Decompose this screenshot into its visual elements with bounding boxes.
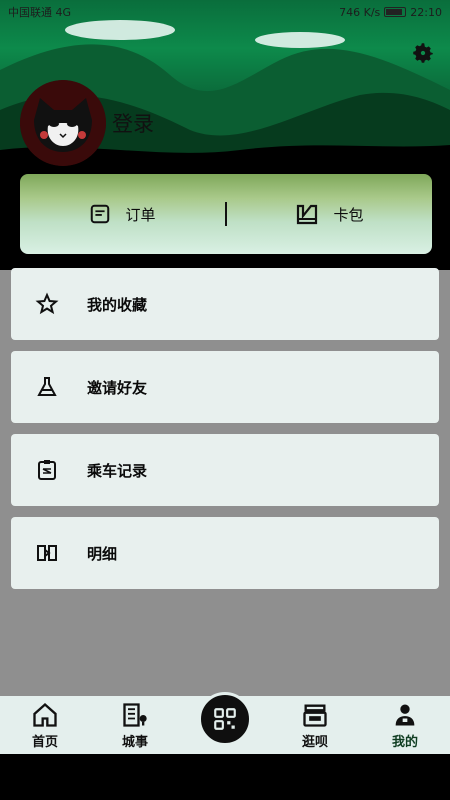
scan-button[interactable] [198,692,252,746]
profile-menu-list: 我的收藏 邀请好友 乘车记录 明细 [11,268,439,600]
home-icon [33,702,57,727]
menu-item-invite-friends[interactable]: 邀请好友 [11,351,439,423]
quick-actions-card: 订单 卡包 [20,174,432,254]
card-wallet-icon [297,204,318,225]
order-icon [91,204,110,224]
building-icon [123,703,147,727]
settings-button[interactable] [410,40,436,66]
menu-item-favorites[interactable]: 我的收藏 [11,268,439,340]
orders-label: 订单 [125,205,156,224]
menu-item-label: 乘车记录 [87,461,148,480]
system-navigation-area [0,754,450,800]
network-speed: 746 K/s [339,5,381,19]
tab-label: 首页 [31,735,58,750]
clipboard-icon [38,460,56,480]
tab-shopping[interactable]: 逛呗 [270,696,360,754]
battery-icon [384,7,407,17]
menu-item-details[interactable]: 明细 [11,517,439,589]
menu-item-label: 我的收藏 [87,295,148,314]
menu-item-label: 明细 [87,544,118,563]
tab-label: 逛呗 [301,735,328,750]
tab-label: 我的 [391,735,418,750]
tab-city-news[interactable]: 城事 [90,696,180,754]
card-wallet-button[interactable]: 卡包 [227,174,432,254]
status-time: 22:10 [410,5,442,19]
tab-mine[interactable]: 我的 [360,696,450,754]
star-icon [35,292,59,315]
status-bar: 中国联通 4G 746 K/s 22:10 [0,0,450,24]
card-wallet-label: 卡包 [333,205,364,224]
avatar[interactable] [20,80,106,166]
cat-avatar-icon [20,80,106,166]
qr-scan-icon [214,708,236,730]
carrier-text: 中国联通 4G [8,6,72,19]
user-icon [395,704,415,726]
flask-icon [37,377,57,396]
tab-home[interactable]: 首页 [0,696,90,754]
orders-button[interactable]: 订单 [20,174,225,254]
shop-icon [303,704,327,727]
menu-item-label: 邀请好友 [87,378,148,397]
ticket-icon [37,545,57,561]
login-link[interactable]: 登录 [112,108,154,138]
tab-label: 城事 [121,735,148,750]
menu-item-ride-records[interactable]: 乘车记录 [11,434,439,506]
gear-icon [413,43,433,63]
